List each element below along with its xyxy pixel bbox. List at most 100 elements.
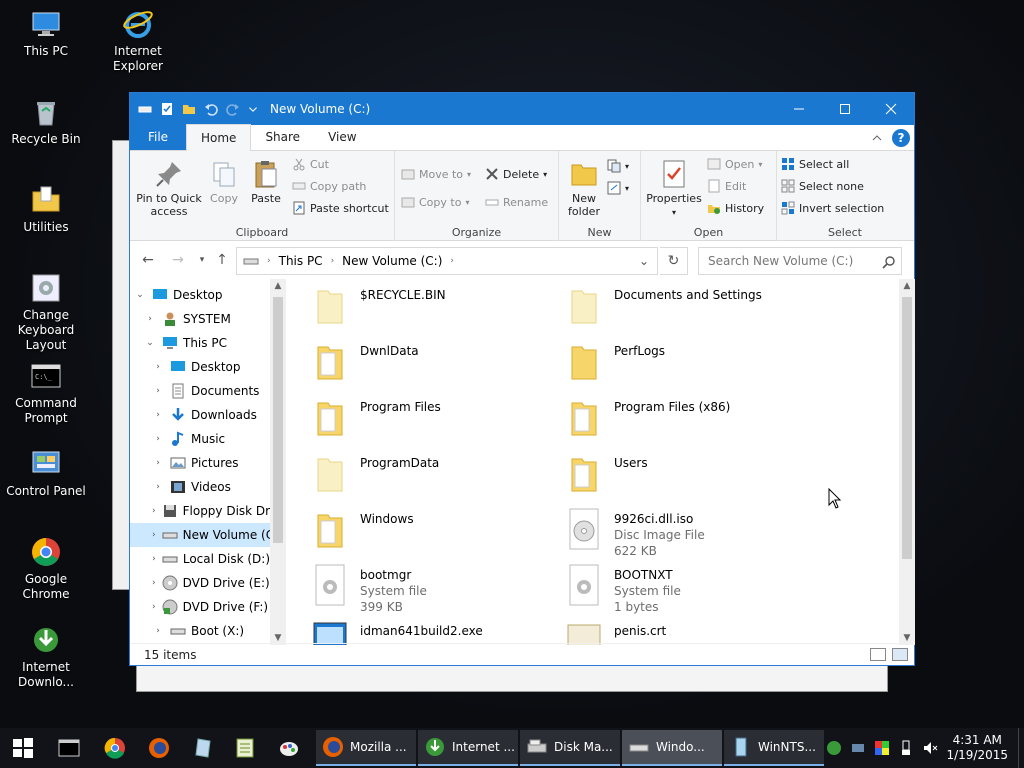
desktop-icon-change-keyboard-layout[interactable]: Change Keyboard Layout (0, 272, 92, 353)
volume-muted-icon[interactable] (922, 740, 938, 756)
scrollbar-thumb[interactable] (273, 297, 283, 543)
up-button[interactable]: ↑ (212, 249, 232, 271)
close-button[interactable] (868, 93, 914, 125)
rename-button[interactable]: Rename (485, 193, 548, 211)
tab-home[interactable]: Home (186, 124, 252, 151)
nav-item-dvd-drive-e[interactable]: ›DVD Drive (E:) 9 (130, 571, 270, 595)
file-list-scrollbar[interactable]: ▲ ▼ (899, 279, 915, 645)
search-input[interactable]: Search New Volume (C:) (698, 247, 902, 275)
nav-item-downloads[interactable]: › Downloads (130, 403, 270, 427)
desktop-icon-control-panel[interactable]: Control Panel (0, 448, 92, 499)
breadcrumb-this-pc[interactable]: This PC (279, 254, 323, 268)
properties-check-icon[interactable] (160, 102, 174, 116)
breadcrumb-new-volume[interactable]: New Volume (C:) (342, 254, 442, 268)
desktop-icon-google-chrome[interactable]: Google Chrome (0, 536, 92, 602)
nav-item-videos[interactable]: › Videos (130, 475, 270, 499)
refresh-button[interactable]: ↻ (660, 247, 688, 275)
properties-button[interactable]: Properties ▾ (645, 159, 703, 219)
taskbar-app-internet-download[interactable]: Internet ... (418, 730, 518, 766)
nav-item-pictures[interactable]: › Pictures (130, 451, 270, 475)
move-to-button[interactable]: Move to ▾ (401, 165, 471, 183)
nav-item-documents[interactable]: › Documents (130, 379, 270, 403)
taskbar-firefox[interactable] (138, 732, 180, 764)
copy-to-button[interactable]: Copy to ▾ (401, 193, 469, 211)
list-item[interactable]: Program Files (312, 395, 562, 447)
tab-view[interactable]: View (314, 124, 370, 150)
tray-color-icon[interactable] (874, 740, 890, 756)
list-item[interactable]: BOOTNXT System file 1 bytes (566, 563, 816, 615)
tray-network-icon[interactable] (850, 740, 866, 756)
tab-file[interactable]: File (130, 124, 186, 150)
usb-icon[interactable] (898, 740, 914, 756)
tray-download-icon[interactable] (826, 740, 842, 756)
select-all-button[interactable]: Select all (781, 155, 849, 173)
paste-button[interactable]: Paste (246, 159, 286, 205)
desktop-icon-this-pc[interactable]: This PC (0, 8, 92, 59)
collapse-ribbon-chevron-icon[interactable] (872, 133, 882, 143)
list-item[interactable]: 9926ci.dll.iso Disc Image File 622 KB (566, 507, 816, 559)
copy-path-button[interactable]: Copy path (292, 177, 366, 195)
copy-button[interactable]: Copy (204, 159, 244, 205)
list-item[interactable]: DwnlData (312, 339, 562, 391)
history-button[interactable]: History (707, 199, 764, 217)
nav-item-this-pc[interactable]: ⌄ This PC (130, 331, 270, 355)
desktop-icon-internet-explorer[interactable]: Internet Explorer (92, 8, 184, 74)
tab-share[interactable]: Share (251, 124, 314, 150)
taskbar-chrome[interactable] (94, 732, 136, 764)
customize-toolbar-chevron-icon[interactable] (248, 102, 258, 116)
scroll-up-chevron-icon[interactable]: ▲ (270, 281, 286, 291)
scrollbar-thumb[interactable] (902, 297, 912, 559)
help-button[interactable]: ? (892, 129, 910, 147)
new-folder-icon[interactable] (182, 102, 196, 116)
list-item[interactable]: idman641build2.exe (312, 619, 562, 645)
taskbar-app-disk-management[interactable]: Disk Ma... (520, 730, 620, 766)
nav-item-boot-x[interactable]: › Boot (X:) (130, 619, 270, 643)
nav-item-desktop[interactable]: › Desktop (130, 355, 270, 379)
delete-button[interactable]: Delete ▾ (485, 165, 547, 183)
nav-item-music[interactable]: › Music (130, 427, 270, 451)
nav-item-local-disk-d[interactable]: › Local Disk (D:) (130, 547, 270, 571)
scroll-down-chevron-icon[interactable]: ▼ (899, 633, 915, 643)
list-item[interactable]: Users (566, 451, 816, 503)
pin-to-quick-access-button[interactable]: Pin to Quick access (136, 159, 202, 218)
list-item[interactable]: $RECYCLE.BIN (312, 283, 562, 335)
list-item[interactable]: PerfLogs (566, 339, 816, 391)
taskbar-app-winntsetup[interactable]: WinNTS... (724, 730, 824, 766)
nav-item-dvd-drive-f[interactable]: › DVD Drive (F:) . (130, 595, 270, 619)
scroll-down-chevron-icon[interactable]: ▼ (270, 633, 286, 643)
clock[interactable]: 4:31 AM 1/19/2015 (946, 733, 1008, 763)
taskbar-paint[interactable] (268, 732, 310, 764)
scroll-up-chevron-icon[interactable]: ▲ (899, 281, 915, 291)
cut-button[interactable]: Cut (292, 155, 329, 173)
nav-item-system[interactable]: › SYSTEM (130, 307, 270, 331)
open-button[interactable]: Open ▾ (707, 155, 762, 173)
list-item[interactable]: penis.crt (566, 619, 816, 645)
back-button[interactable]: ← (138, 249, 158, 271)
list-item[interactable]: ProgramData (312, 451, 562, 503)
edit-button[interactable]: Edit (707, 177, 746, 195)
maximize-button[interactable] (822, 93, 868, 125)
search-icon[interactable] (882, 255, 896, 269)
nav-item-floppy-disk[interactable]: › Floppy Disk Dri (130, 499, 270, 523)
taskbar-command-prompt[interactable] (48, 732, 90, 764)
title-bar[interactable]: New Volume (C:) (130, 93, 914, 125)
drive-icon[interactable] (138, 102, 152, 116)
list-item[interactable]: Program Files (x86) (566, 395, 816, 447)
taskbar-notepad[interactable] (224, 732, 266, 764)
address-dropdown-chevron-icon[interactable]: ⌄ (631, 248, 657, 274)
taskbar-app-windows-explorer[interactable]: Windo... (622, 730, 722, 766)
new-item-button[interactable]: ▾ (607, 157, 629, 175)
new-folder-button[interactable]: New folder (563, 159, 605, 218)
desktop-icon-command-prompt[interactable]: C:\_ Command Prompt (0, 360, 92, 426)
undo-icon[interactable] (204, 102, 218, 116)
select-none-button[interactable]: Select none (781, 177, 864, 195)
address-bar[interactable]: › This PC › New Volume (C:) › ⌄ (236, 247, 658, 275)
paste-shortcut-button[interactable]: Paste shortcut (292, 199, 389, 217)
desktop-icon-utilities[interactable]: Utilities (0, 184, 92, 235)
start-button[interactable] (2, 732, 44, 764)
nav-item-new-volume[interactable]: › New Volume (C (130, 523, 270, 547)
taskbar-app-mozilla[interactable]: Mozilla ... (316, 730, 416, 766)
taskbar-app-glass[interactable] (182, 732, 224, 764)
invert-selection-button[interactable]: Invert selection (781, 199, 884, 217)
redo-icon[interactable] (226, 102, 240, 116)
